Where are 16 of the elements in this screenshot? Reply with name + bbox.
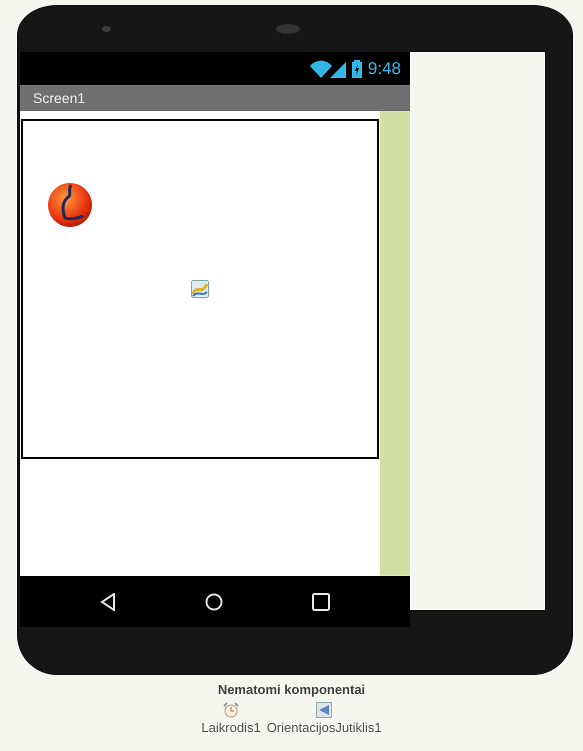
battery-icon: [352, 60, 362, 78]
image-sprite-icon: [191, 280, 209, 298]
ball-sprite-icon: [47, 182, 93, 228]
camera-icon: [102, 26, 111, 32]
signal-icon: [308, 60, 348, 78]
arrow-icon: [316, 702, 332, 718]
component-label: OrientacijosJutiklis1: [266, 720, 382, 735]
speaker-icon: [276, 24, 300, 34]
home-icon[interactable]: [204, 592, 223, 610]
recents-icon[interactable]: [312, 592, 330, 610]
status-time: 9:48: [368, 58, 401, 78]
section-heading: Nematomi komponentai: [218, 682, 366, 697]
alarm-clock-icon: [223, 702, 240, 718]
component-label: Laikrodis1: [201, 720, 261, 735]
screen-title: Screen1: [33, 90, 86, 106]
back-icon[interactable]: [100, 592, 116, 610]
